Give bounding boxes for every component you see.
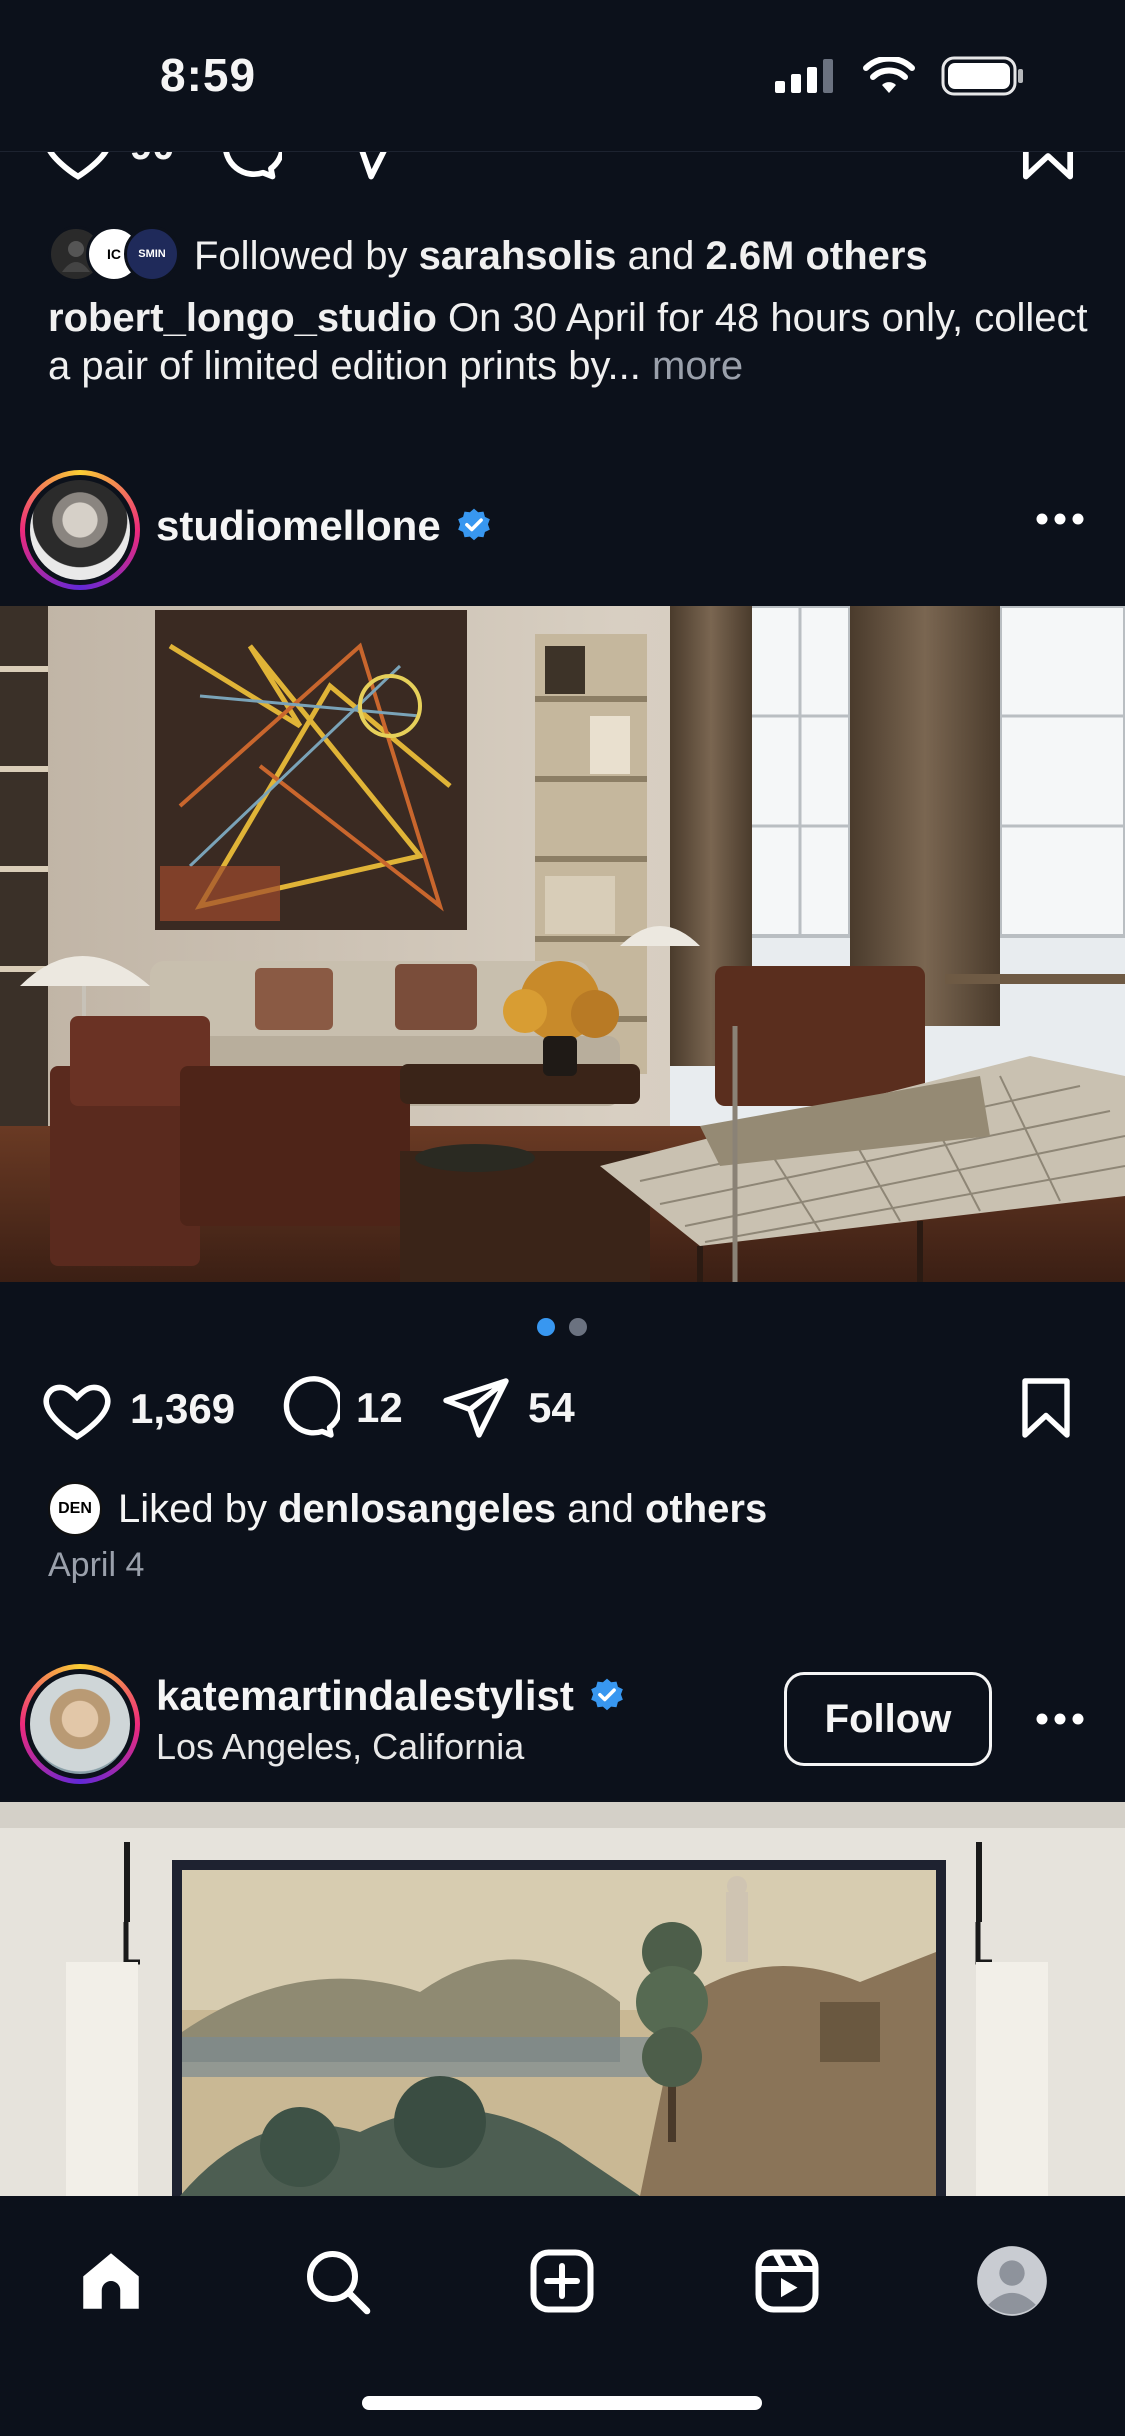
profile-icon[interactable] <box>974 2243 1050 2319</box>
battery-icon <box>941 56 1023 96</box>
status-time: 8:59 <box>160 49 257 101</box>
post-actions: 1,369 12 54 <box>40 1372 1085 1442</box>
share-action[interactable]: 54 <box>440 1372 575 1444</box>
verified-badge-icon <box>591 1678 623 1711</box>
liked-by-text: Liked by denlosangeles and others <box>118 1487 767 1532</box>
tab-reels[interactable] <box>742 2236 832 2326</box>
cellular-signal-icon <box>775 59 833 93</box>
follower-avatar: SMIN <box>124 226 180 282</box>
create-icon[interactable] <box>526 2245 598 2317</box>
liked-by-prefix: Liked by <box>118 1486 267 1531</box>
post-image-living-room[interactable] <box>0 606 1125 1282</box>
follower-avatars: IC SMIN <box>48 226 188 286</box>
more-options-icon[interactable] <box>1035 512 1085 526</box>
comment-icon[interactable] <box>268 1372 340 1444</box>
bookmark-icon[interactable] <box>1010 1372 1082 1444</box>
status-icons <box>775 56 1025 96</box>
post-username[interactable]: studiomellone <box>156 502 493 550</box>
liked-by-others-link[interactable]: others <box>645 1487 767 1531</box>
post-date: April 4 <box>48 1546 145 1584</box>
followed-by-user-link[interactable]: sarahsolis <box>419 234 617 278</box>
post-header-studiomellone: studiomellone <box>0 466 1125 596</box>
carousel-dot <box>569 1318 587 1336</box>
home-icon[interactable] <box>74 2244 148 2318</box>
followed-by-others-link[interactable]: 2.6M others <box>705 234 927 278</box>
avatar-studiomellone[interactable] <box>20 470 140 590</box>
tab-search[interactable] <box>292 2236 382 2326</box>
followed-by-row[interactable]: IC SMIN Followed by sarahsolis and 2.6M … <box>48 226 928 286</box>
tab-profile[interactable] <box>967 2236 1057 2326</box>
like-action[interactable]: 1,369 <box>40 1372 235 1446</box>
comment-action[interactable]: 12 <box>268 1372 403 1444</box>
liked-by-row[interactable]: DEN Liked by denlosangeles and others <box>48 1482 767 1536</box>
post-image-tapestry[interactable] <box>0 1802 1125 2196</box>
liked-by-user-link[interactable]: denlosangeles <box>278 1487 556 1531</box>
username-text[interactable]: katemartindalestylist <box>156 1672 574 1720</box>
follow-button[interactable]: Follow <box>784 1672 992 1766</box>
reels-icon[interactable] <box>751 2245 823 2317</box>
carousel-dot-active <box>537 1318 555 1336</box>
heart-icon[interactable] <box>40 1372 114 1446</box>
more-options-icon[interactable] <box>1035 1712 1085 1726</box>
like-count: 1,369 <box>130 1385 236 1432</box>
wifi-icon <box>863 57 915 93</box>
followed-by-text: Followed by sarahsolis and 2.6M others <box>194 234 928 279</box>
followed-by-prefix: Followed by <box>194 233 408 278</box>
search-icon[interactable] <box>301 2245 373 2317</box>
tab-create[interactable] <box>517 2236 607 2326</box>
carousel-indicator <box>537 1318 587 1336</box>
followed-by-and: and <box>627 233 695 278</box>
status-bar: 8:59 <box>0 0 1125 152</box>
caption-more-link[interactable]: more <box>652 344 743 388</box>
bottom-tab-bar <box>0 2196 1125 2436</box>
post-location[interactable]: Los Angeles, California <box>156 1726 524 1768</box>
liked-by-and: and <box>567 1486 634 1531</box>
username-text[interactable]: studiomellone <box>156 502 441 550</box>
tab-home[interactable] <box>66 2236 156 2326</box>
liked-by-avatar: DEN <box>48 1482 102 1536</box>
share-count: 54 <box>528 1384 575 1431</box>
home-indicator <box>362 2396 762 2410</box>
prev-post-caption: robert_longo_studio On 30 April for 48 h… <box>48 294 1088 390</box>
verified-badge-icon <box>457 508 490 541</box>
avatar-katemartindalestylist[interactable] <box>20 1664 140 1784</box>
comment-count: 12 <box>356 1384 403 1431</box>
post-username[interactable]: katemartindalestylist <box>156 1672 626 1720</box>
caption-username-link[interactable]: robert_longo_studio <box>48 296 437 340</box>
share-icon[interactable] <box>440 1372 512 1444</box>
